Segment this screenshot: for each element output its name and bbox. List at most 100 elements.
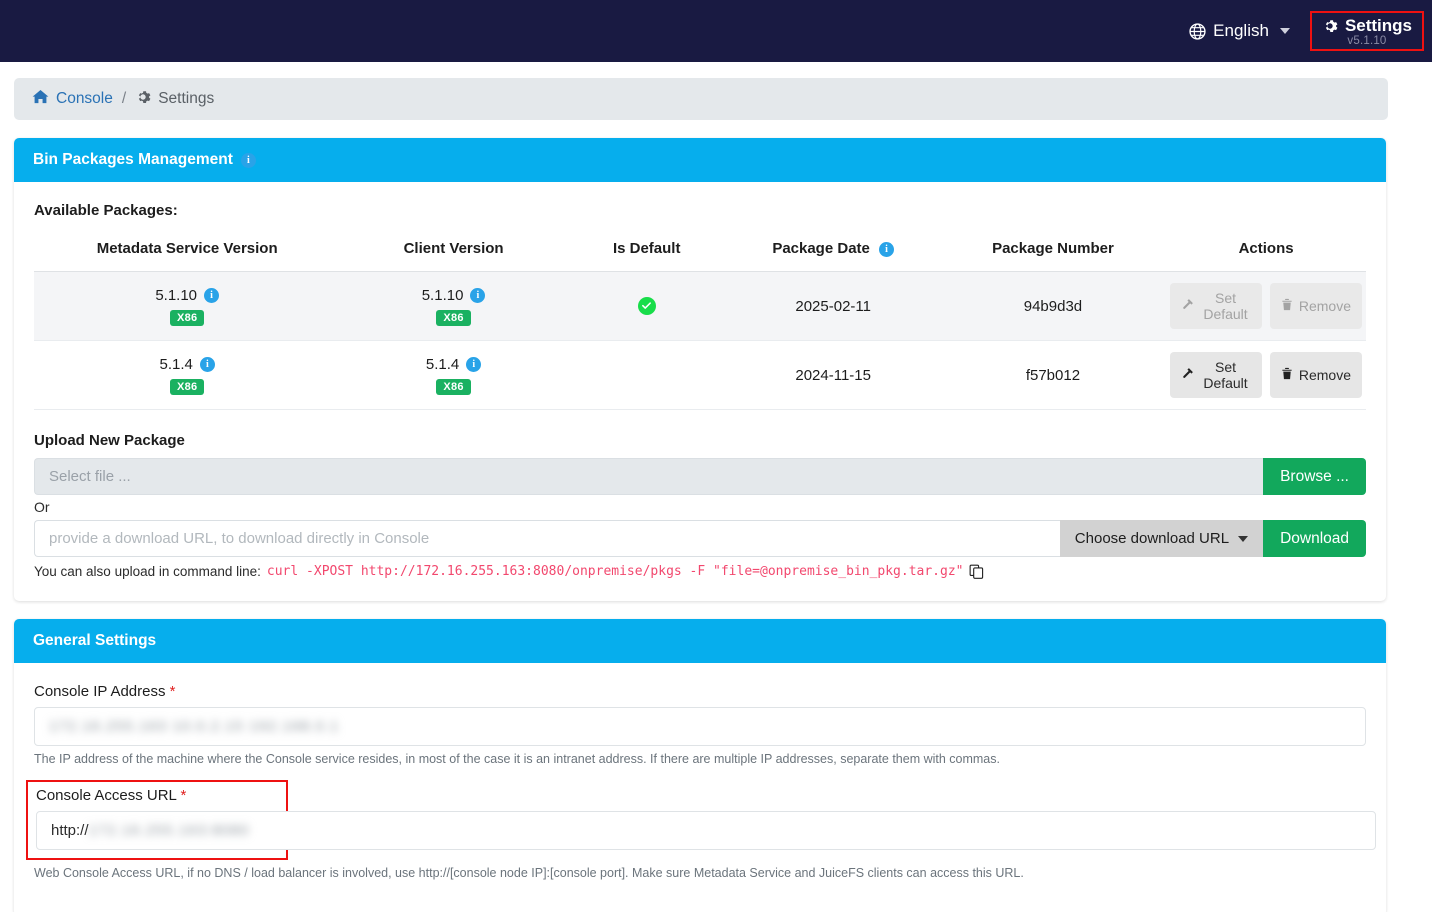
gear-icon [135,89,151,110]
download-url-row: Choose download URL Download [34,520,1366,557]
column-metadata-service-version: Metadata Service Version [34,228,340,272]
info-circle-icon[interactable]: i [200,357,215,372]
info-circle-icon[interactable]: i [879,242,894,257]
command-line-hint-prefix: You can also upload in command line: [34,564,261,579]
general-settings-card: General Settings Console IP Address * 17… [14,619,1386,912]
console-access-url-highlight: Console Access URL * http://172.16.255.1… [26,780,288,860]
info-circle-icon[interactable]: i [466,357,481,372]
field-console-ip-address: Console IP Address * 172.16.255.163 10.0… [34,683,1366,766]
trash-icon [1281,298,1293,314]
set-default-button: Set Default [1170,283,1262,329]
cell-package-date: 2025-02-11 [727,272,940,341]
top-navbar: English Settings v5.1.10 [0,0,1432,62]
hammer-icon [1181,367,1194,383]
trash-icon [1281,367,1293,383]
cell-actions: Set Default Remove [1166,341,1366,410]
info-circle-icon[interactable]: i [470,288,485,303]
info-circle-icon[interactable]: i [241,153,256,168]
general-settings-card-title: General Settings [33,632,156,650]
available-packages-label: Available Packages: [34,202,1366,219]
arch-badge: X86 [436,379,470,395]
cell-client-version: 5.1.10 i X86 [340,272,566,341]
column-client-version: Client Version [340,228,566,272]
home-icon [32,89,49,109]
bin-packages-card-body: Available Packages: Metadata Service Ver… [14,182,1386,601]
cell-package-number: 94b9d3d [940,272,1166,341]
settings-label: Settings [1345,16,1412,36]
breadcrumb-item-settings: Settings [135,89,214,110]
cell-metadata-version: 5.1.10 i X86 [34,272,340,341]
console-ip-address-help: The IP address of the machine where the … [34,752,1366,766]
column-package-date: Package Date i [727,228,940,272]
gear-icon [1322,18,1338,34]
column-package-number: Package Number [940,228,1166,272]
command-line-hint-code: curl -XPOST http://172.16.255.163:8080/o… [267,564,964,579]
column-actions: Actions [1166,228,1366,272]
bin-packages-card: Bin Packages Management i Available Pack… [14,138,1386,601]
breadcrumb-console-label: Console [56,90,113,108]
settings-page: English Settings v5.1.10 Console [0,0,1432,912]
table-row: 5.1.10 i X86 5.1.10 i X86 [34,272,1366,341]
upload-new-package-label: Upload New Package [34,432,1366,449]
info-circle-icon[interactable]: i [204,288,219,303]
check-circle-icon [638,297,656,315]
console-access-url-value: 172.16.255.163:8080 [89,822,250,839]
general-settings-card-body: Console IP Address * 172.16.255.163 10.0… [14,663,1386,912]
column-is-default: Is Default [567,228,727,272]
or-label: Or [34,499,1366,515]
field-console-access-url: Console Access URL * http://172.16.255.1… [34,780,1366,880]
packages-table: Metadata Service Version Client Version … [34,228,1366,410]
language-label: English [1213,21,1269,41]
required-marker: * [170,683,176,700]
table-header-row: Metadata Service Version Client Version … [34,228,1366,272]
file-upload-row: Select file ... Browse ... [34,458,1366,495]
chevron-down-icon [1238,536,1248,542]
metadata-version-value: 5.1.10 [155,287,197,304]
hammer-icon [1181,298,1194,314]
arch-badge: X86 [170,379,204,395]
set-default-button[interactable]: Set Default [1170,352,1262,398]
cell-client-version: 5.1.4 i X86 [340,341,566,410]
download-url-input[interactable] [34,520,1060,557]
cell-metadata-version: 5.1.4 i X86 [34,341,340,410]
arch-badge: X86 [436,310,470,326]
app-version: v5.1.10 [1347,35,1386,47]
cell-is-default [567,341,727,410]
breadcrumb-settings-label: Settings [158,90,214,108]
arch-badge: X86 [170,310,204,326]
remove-button[interactable]: Remove [1270,352,1362,398]
settings-button[interactable]: Settings v5.1.10 [1310,11,1424,51]
console-access-url-help: Web Console Access URL, if no DNS / load… [34,866,1366,880]
command-line-hint: You can also upload in command line: cur… [34,564,1366,579]
browse-button[interactable]: Browse ... [1263,458,1366,495]
chevron-down-icon [1280,28,1290,34]
console-ip-address-label: Console IP Address * [34,683,1366,700]
download-button[interactable]: Download [1263,520,1366,557]
console-access-url-label: Console Access URL * [36,787,278,804]
client-version-value: 5.1.10 [422,287,464,304]
console-ip-address-input[interactable]: 172.16.255.163 10.0.2.15 192.168.0.1 [34,707,1366,746]
client-version-value: 5.1.4 [426,356,459,373]
bin-packages-card-header: Bin Packages Management i [14,138,1386,182]
cell-actions: Set Default Remove [1166,272,1366,341]
general-settings-card-header: General Settings [14,619,1386,663]
file-select-input[interactable]: Select file ... [34,458,1263,495]
breadcrumb-item-console[interactable]: Console [32,89,113,109]
table-row: 5.1.4 i X86 5.1.4 i X86 [34,341,1366,410]
remove-button: Remove [1270,283,1362,329]
console-access-url-input[interactable]: http://172.16.255.163:8080 [36,811,1376,850]
cell-package-number: f57b012 [940,341,1166,410]
copy-icon[interactable] [969,564,984,579]
metadata-version-value: 5.1.4 [159,356,192,373]
breadcrumb-separator: / [122,90,126,108]
cell-is-default [567,272,727,341]
breadcrumb: Console / Settings [14,78,1388,120]
console-ip-address-value: 172.16.255.163 10.0.2.15 192.168.0.1 [49,718,339,735]
console-access-url-prefix: http:// [51,822,89,839]
language-selector[interactable]: English [1179,17,1300,45]
required-marker: * [181,787,187,804]
bin-packages-card-title: Bin Packages Management [33,151,233,169]
cell-package-date: 2024-11-15 [727,341,940,410]
choose-download-url-dropdown[interactable]: Choose download URL [1060,520,1263,557]
globe-icon [1189,23,1206,40]
